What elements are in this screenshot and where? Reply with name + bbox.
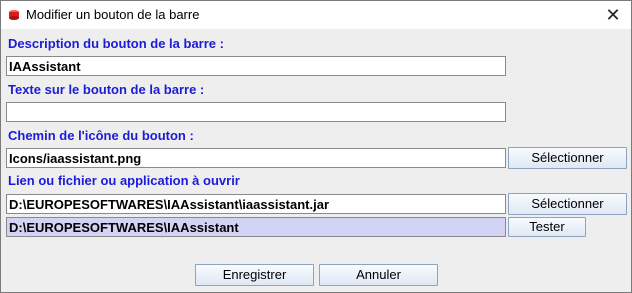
cancel-button[interactable]: Annuler	[319, 264, 438, 286]
icon-path-label: Chemin de l'icône du bouton :	[8, 128, 194, 143]
link-field[interactable]	[6, 194, 506, 214]
description-field[interactable]	[6, 56, 506, 76]
link-select-button[interactable]: Sélectionner	[508, 193, 627, 215]
save-button[interactable]: Enregistrer	[195, 264, 314, 286]
title-bar[interactable]: Modifier un bouton de la barre ✕	[1, 1, 631, 29]
working-directory-field[interactable]	[6, 217, 506, 237]
app-icon	[9, 10, 19, 20]
close-icon[interactable]: ✕	[601, 3, 625, 27]
window-title: Modifier un bouton de la barre	[26, 7, 200, 22]
test-button[interactable]: Tester	[508, 217, 586, 237]
icon-path-field[interactable]	[6, 148, 506, 168]
button-text-label: Texte sur le bouton de la barre :	[8, 82, 205, 97]
button-text-field[interactable]	[6, 102, 506, 122]
description-label: Description du bouton de la barre :	[8, 36, 224, 51]
link-label: Lien ou fichier ou application à ouvrir	[8, 173, 240, 188]
dialog-window: Modifier un bouton de la barre ✕ Descrip…	[0, 0, 632, 293]
icon-select-button[interactable]: Sélectionner	[508, 147, 627, 169]
